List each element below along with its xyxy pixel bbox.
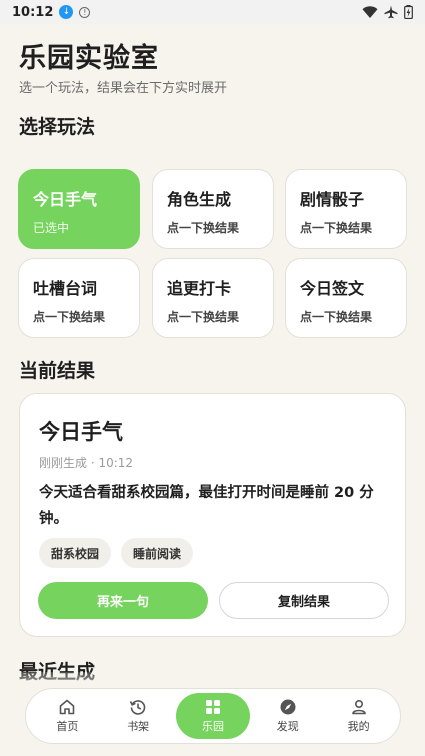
nav-item-profile[interactable]: 我的: [326, 693, 392, 739]
mode-card-title: 追更打卡: [167, 279, 232, 298]
mode-card-quips[interactable]: 吐槽台词 点一下换结果: [18, 258, 140, 338]
mode-card-title: 吐槽台词: [33, 279, 98, 298]
mode-card-checkin[interactable]: 追更打卡 点一下换结果: [152, 258, 274, 338]
airplane-icon: [384, 5, 398, 19]
result-title: 今日手气: [39, 420, 123, 444]
nav-label: 发现: [276, 720, 299, 733]
bottom-nav: 首页 书架 乐园 发现 我的: [25, 688, 401, 744]
status-bar: 10:12 ↓ !: [0, 0, 425, 24]
mode-card-hint: 点一下换结果: [300, 221, 373, 235]
grid-icon: [204, 698, 222, 718]
mode-card-luck[interactable]: 今日手气 已选中: [18, 169, 140, 249]
nav-item-bookshelf[interactable]: 书架: [105, 693, 171, 739]
mode-card-hint: 点一下换结果: [300, 310, 373, 324]
result-meta: 刚刚生成 · 10:12: [39, 456, 134, 470]
page-subtitle: 选一个玩法，结果会在下方实时展开: [19, 81, 228, 96]
history-icon: [129, 698, 147, 718]
result-text: 今天适合看甜系校园篇，最佳打开时间是睡前 20 分钟。: [39, 485, 374, 527]
nav-item-playground[interactable]: 乐园: [175, 693, 250, 739]
section-title-choose: 选择玩法: [19, 116, 96, 138]
compass-icon: [279, 698, 297, 718]
mode-card-title: 今日手气: [33, 190, 98, 209]
result-tag: 睡前阅读: [121, 538, 194, 568]
page-title: 乐园实验室: [19, 43, 159, 74]
download-icon: ↓: [59, 5, 74, 19]
nav-label: 首页: [56, 720, 79, 733]
nav-item-discover[interactable]: 发现: [255, 693, 321, 739]
mode-card-fortune[interactable]: 今日签文 点一下换结果: [285, 258, 407, 338]
nav-label: 乐园: [201, 720, 224, 733]
section-title-current: 当前结果: [19, 360, 96, 382]
mode-card-title: 今日签文: [300, 279, 365, 298]
mode-card-title: 角色生成: [167, 190, 232, 209]
nav-item-home[interactable]: 首页: [34, 693, 100, 739]
info-icon: !: [79, 6, 91, 18]
battery-icon: [404, 5, 413, 19]
regenerate-button[interactable]: 再来一句: [38, 582, 208, 619]
nav-label: 书架: [127, 720, 150, 733]
wifi-icon: [362, 5, 378, 19]
result-tag: 甜系校园: [39, 538, 112, 568]
mode-card-title: 剧情骰子: [300, 190, 365, 209]
person-icon: [350, 698, 368, 718]
nav-label: 我的: [347, 720, 370, 733]
mode-card-hint: 点一下换结果: [167, 221, 240, 235]
mode-card-hint: 点一下换结果: [167, 310, 240, 324]
status-time: 10:12: [12, 4, 54, 20]
copy-result-button[interactable]: 复制结果: [219, 582, 389, 619]
result-card: 今日手气 刚刚生成 · 10:12 今天适合看甜系校园篇，最佳打开时间是睡前 2…: [19, 393, 406, 637]
mode-card-status: 已选中: [33, 221, 70, 235]
mode-card-character[interactable]: 角色生成 点一下换结果: [152, 169, 274, 249]
home-icon: [58, 698, 76, 718]
mode-card-hint: 点一下换结果: [33, 310, 106, 324]
mode-card-plot-dice[interactable]: 剧情骰子 点一下换结果: [285, 169, 407, 249]
